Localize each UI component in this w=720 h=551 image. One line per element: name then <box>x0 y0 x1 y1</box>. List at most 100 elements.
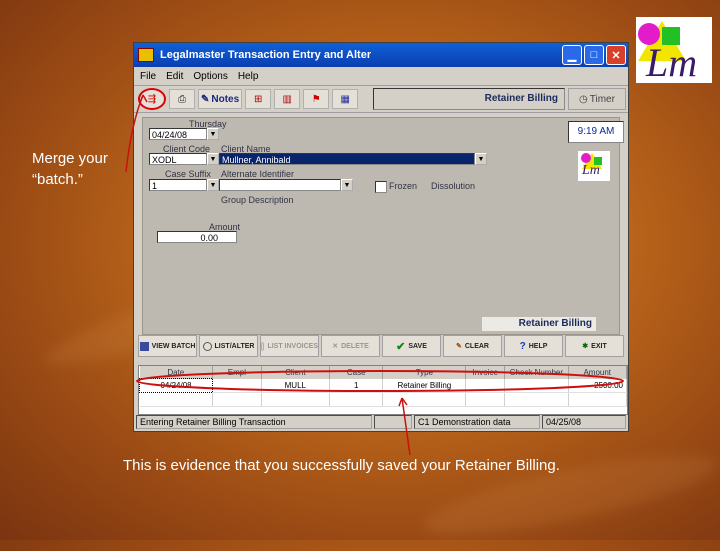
window-title-bar[interactable]: Legalmaster Transaction Entry and Alter … <box>134 43 628 67</box>
status-date: 04/25/08 <box>542 415 626 429</box>
status-spacer <box>374 415 412 429</box>
column-header[interactable]: Client <box>261 366 330 379</box>
entry-form: Thursday 04/24/08 ▼ Client Code XODL ▼ C… <box>142 117 620 335</box>
print-button[interactable]: ⎙ <box>169 89 195 109</box>
exit-label: EXIT <box>591 342 607 350</box>
calculator-icon: ⊞ <box>253 93 263 105</box>
case-suffix-dropdown[interactable]: ▼ <box>207 179 219 191</box>
caption-evidence: This is evidence that you successfully s… <box>123 457 560 474</box>
table-cell[interactable]: Retainer Billing <box>382 378 467 393</box>
dissolution-label: Dissolution <box>431 181 476 191</box>
exit-button[interactable]: ✱ EXIT <box>565 335 624 357</box>
column-header[interactable]: Empl <box>212 366 262 379</box>
table-cell[interactable] <box>212 378 262 393</box>
minimize-button[interactable]: ▁ <box>562 45 582 65</box>
app-icon <box>138 48 154 62</box>
checkmark-icon: ✔ <box>396 340 406 353</box>
clock-icon: ◷ <box>579 93 588 105</box>
menu-help[interactable]: Help <box>238 71 259 82</box>
save-label: SAVE <box>408 342 427 350</box>
column-header[interactable]: Type <box>382 366 467 379</box>
column-header[interactable]: Check Number <box>504 366 569 379</box>
chart-button[interactable]: ▥ <box>274 89 301 109</box>
menu-edit[interactable]: Edit <box>166 71 183 82</box>
clear-button[interactable]: ✎ CLEAR <box>443 335 502 357</box>
amount-field[interactable]: 0.00 <box>157 231 237 243</box>
save-button[interactable]: ✔ SAVE <box>382 335 441 357</box>
timer-button[interactable]: ◷ Timer <box>568 88 626 110</box>
report-icon: ▦ <box>340 93 350 105</box>
close-button[interactable]: ✕ <box>606 45 626 65</box>
print-icon: ⎙ <box>178 93 186 105</box>
table-cell[interactable]: 04/24/08 <box>138 378 214 393</box>
merge-batch-icon: ⇶ <box>147 93 157 105</box>
maximize-button[interactable]: □ <box>584 45 604 65</box>
column-header[interactable]: Date <box>139 366 214 379</box>
table-cell[interactable]: 1 <box>329 378 384 393</box>
table-row[interactable]: 04/24/08 MULL 1 Retainer Billing 2500.00 <box>138 378 627 393</box>
table-cell[interactable] <box>465 378 506 393</box>
calc-button[interactable]: ⊞ <box>245 89 272 109</box>
group-description-label: Group Description <box>221 195 294 205</box>
flag-icon: ⚑ <box>311 93 321 105</box>
chart-icon: ▥ <box>282 93 292 105</box>
notes-button[interactable]: ✎ Notes <box>198 89 243 109</box>
help-button[interactable]: ? HELP <box>504 335 563 357</box>
window-title: Legalmaster Transaction Entry and Alter <box>160 49 372 61</box>
list-invoices-button[interactable]: LIST INVOICES <box>260 335 319 357</box>
mini-logo: Lm <box>578 151 610 181</box>
client-code-field[interactable]: XODL <box>149 153 207 165</box>
notes-icon: ✎ <box>201 93 210 105</box>
delete-button[interactable]: ✕ DELETE <box>321 335 380 357</box>
merge-batch-button[interactable]: ⇶ <box>138 88 166 110</box>
client-name-field[interactable]: Mullner, Annibald <box>219 153 475 165</box>
menu-bar: File Edit Options Help <box>134 67 628 86</box>
list-alter-button[interactable]: LIST/ALTER <box>199 335 258 357</box>
table-cell[interactable] <box>504 378 569 393</box>
list-alter-label: LIST/ALTER <box>214 342 255 350</box>
batch-grid: Date Empl Client Case Type Invoice Check… <box>138 365 628 415</box>
toolbar: ⇶ ⎙ ✎ Notes ⊞ ▥ ⚑ ▦ Retainer Billing ◷ Tim… <box>134 86 628 113</box>
client-code-dropdown[interactable]: ▼ <box>207 153 219 165</box>
alt-identifier-dropdown[interactable]: ▼ <box>341 179 353 191</box>
notes-label: Notes <box>211 93 240 105</box>
batch-table: Date Empl Client Case Type Invoice Check… <box>138 366 627 407</box>
legalmaster-logo: Lm <box>636 17 712 85</box>
status-database: C1 Demonstration data <box>414 415 540 429</box>
report-button[interactable]: ▦ <box>332 89 359 109</box>
caption-merge-batch: Merge your “batch.” <box>32 150 108 188</box>
frozen-label: Frozen <box>389 181 418 191</box>
view-batch-button[interactable]: VIEW BATCH <box>138 335 197 357</box>
timer-label: Timer <box>589 93 615 105</box>
table-cell[interactable]: 2500.00 <box>568 378 627 393</box>
clear-label: CLEAR <box>464 342 489 350</box>
alt-identifier-field[interactable] <box>219 179 341 191</box>
column-header[interactable]: Invoice <box>465 366 506 379</box>
alt-identifier-label: Alternate Identifier <box>221 169 295 179</box>
menu-file[interactable]: File <box>140 71 156 82</box>
menu-options[interactable]: Options <box>193 71 227 82</box>
column-header[interactable]: Case <box>329 366 384 379</box>
column-header[interactable]: Amount <box>568 366 627 379</box>
flag-button[interactable]: ⚑ <box>303 89 330 109</box>
help-label: HELP <box>528 342 548 350</box>
eraser-icon: ✎ <box>456 343 462 350</box>
case-suffix-field[interactable]: 1 <box>149 179 207 191</box>
time-display: 9:19 AM <box>568 121 624 143</box>
date-field[interactable]: 04/24/08 <box>149 128 207 140</box>
table-row-empty <box>139 392 627 407</box>
search-icon <box>261 341 265 351</box>
transaction-window: Legalmaster Transaction Entry and Alter … <box>133 42 629 432</box>
frozen-checkbox[interactable] <box>375 181 387 193</box>
logo-text: Lm <box>646 40 698 85</box>
table-cell[interactable]: MULL <box>261 378 330 393</box>
mini-logo-text: Lm <box>582 163 600 178</box>
table-header-row: Date Empl Client Case Type Invoice Check… <box>139 366 627 379</box>
action-bar: VIEW BATCH LIST/ALTER LIST INVOICES ✕ DEL… <box>138 335 624 357</box>
search-icon <box>202 341 212 351</box>
list-invoices-label: LIST INVOICES <box>267 342 318 350</box>
date-dropdown[interactable]: ▼ <box>207 128 219 140</box>
status-bar: Entering Retainer Billing Transaction C1… <box>136 415 626 429</box>
status-message: Entering Retainer Billing Transaction <box>136 415 372 429</box>
client-name-dropdown[interactable]: ▼ <box>475 153 487 165</box>
